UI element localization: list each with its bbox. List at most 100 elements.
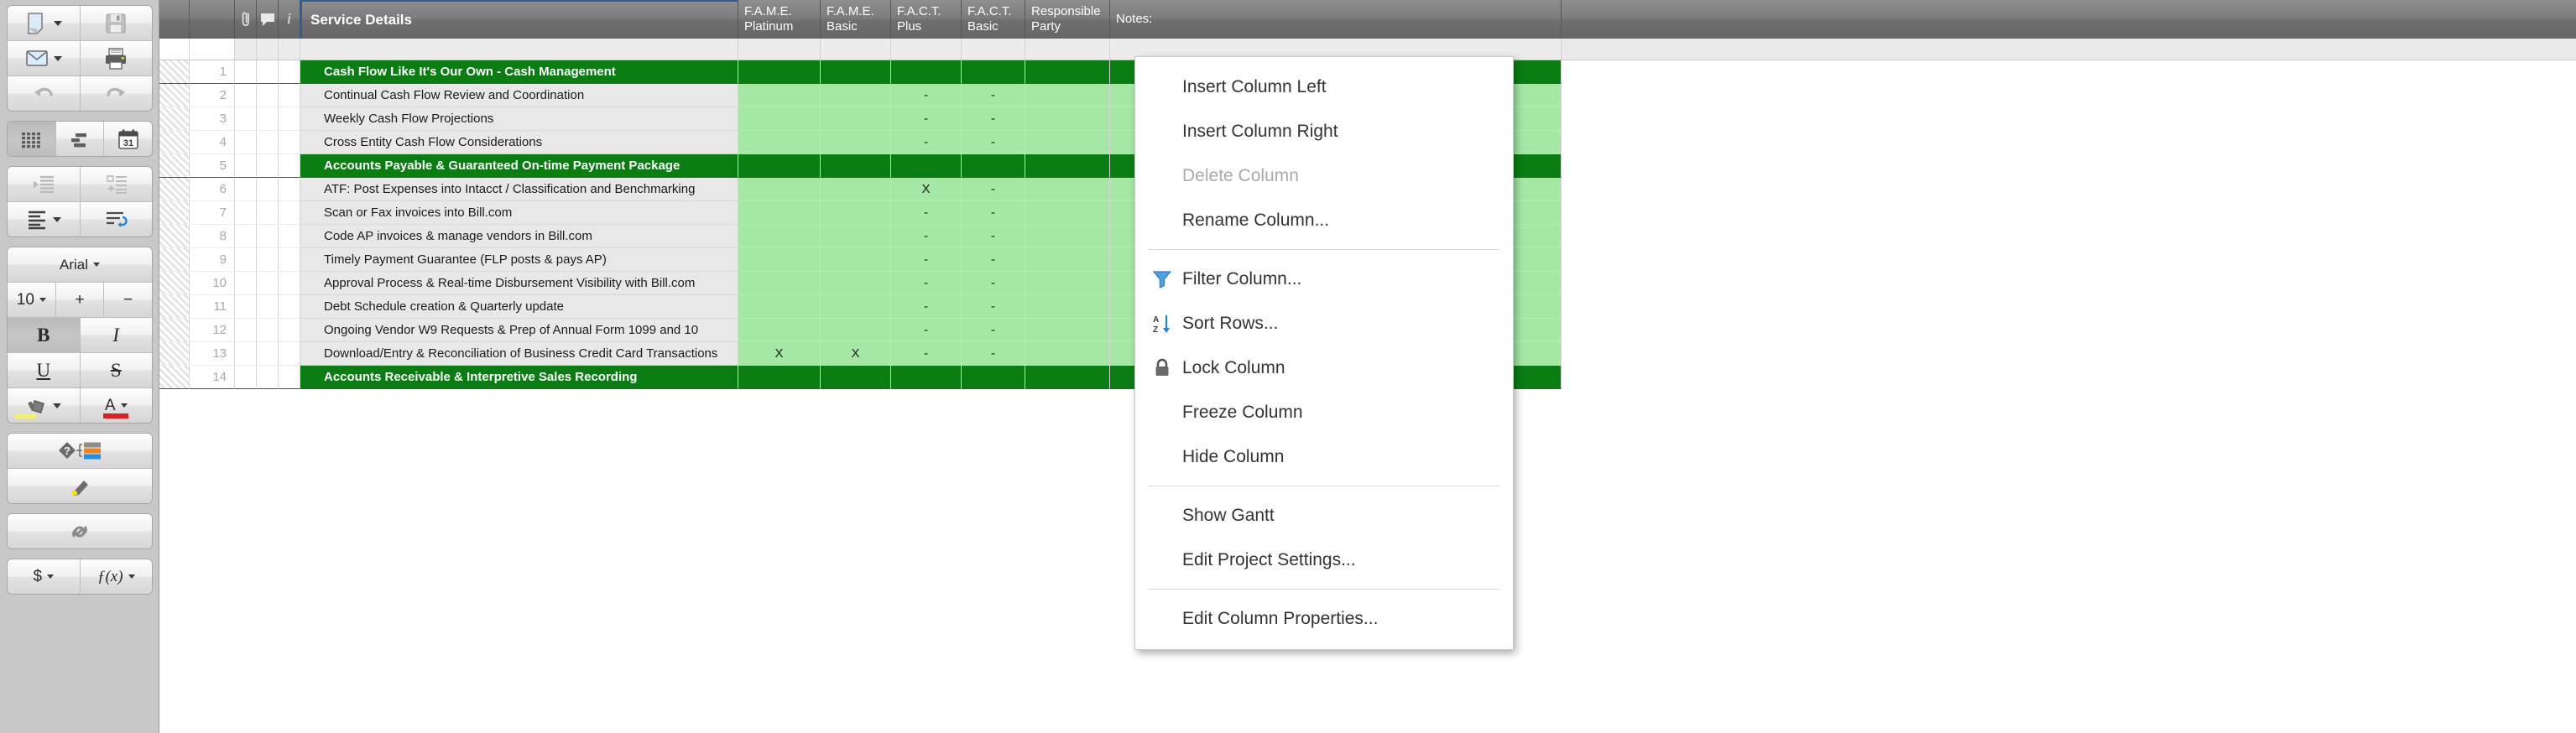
cell-fact_plus[interactable]: - xyxy=(891,342,962,366)
cell-attachment[interactable] xyxy=(235,319,257,342)
column-header-attachment[interactable] xyxy=(235,0,257,39)
cell-responsible_party[interactable] xyxy=(1025,201,1110,225)
cell-comment[interactable] xyxy=(257,272,279,295)
cell-info[interactable] xyxy=(279,60,300,84)
cell-fame_basic[interactable] xyxy=(821,84,891,107)
decrease-font-icon[interactable]: − xyxy=(103,283,152,317)
cell-service_details[interactable]: Approval Process & Real-time Disbursemen… xyxy=(300,272,738,295)
cell-gutter[interactable] xyxy=(159,342,190,366)
filter-cell-comment[interactable] xyxy=(257,39,279,60)
grid-view-icon[interactable] xyxy=(8,122,55,156)
fill-color-icon[interactable] xyxy=(8,388,80,423)
cell-comment[interactable] xyxy=(257,248,279,272)
filter-cell-responsible_party[interactable] xyxy=(1025,39,1110,60)
cell-info[interactable] xyxy=(279,84,300,107)
hyperlink-icon[interactable] xyxy=(8,514,152,548)
menu-item-sort-rows[interactable]: A Z Sort Rows... xyxy=(1135,301,1513,346)
cell-fact_basic[interactable]: - xyxy=(962,319,1025,342)
cell-rownum[interactable]: 4 xyxy=(190,131,235,154)
filter-cell-info[interactable] xyxy=(279,39,300,60)
column-header-fact_basic[interactable]: F.A.C.T. Basic xyxy=(962,0,1025,39)
cell-fame_basic[interactable] xyxy=(821,248,891,272)
new-sheet-icon[interactable] xyxy=(8,6,80,40)
cell-attachment[interactable] xyxy=(235,248,257,272)
cell-fact_plus[interactable]: - xyxy=(891,201,962,225)
cell-fact_basic[interactable]: - xyxy=(962,178,1025,201)
cell-info[interactable] xyxy=(279,107,300,131)
cell-service_details[interactable]: Cash Flow Like It's Our Own - Cash Manag… xyxy=(300,60,738,84)
cell-responsible_party[interactable] xyxy=(1025,272,1110,295)
cell-info[interactable] xyxy=(279,178,300,201)
cell-service_details[interactable]: Download/Entry & Reconciliation of Busin… xyxy=(300,342,738,366)
save-icon[interactable] xyxy=(79,6,152,40)
column-header-responsible_party[interactable]: Responsible Party xyxy=(1025,0,1110,39)
menu-item-edit-column-properties[interactable]: Edit Column Properties... xyxy=(1135,596,1513,641)
undo-icon[interactable] xyxy=(8,76,80,111)
cell-service_details[interactable]: Weekly Cash Flow Projections xyxy=(300,107,738,131)
cell-info[interactable] xyxy=(279,272,300,295)
currency-icon[interactable]: $ xyxy=(8,559,80,594)
filter-cell-attachment[interactable] xyxy=(235,39,257,60)
menu-item-hide-column[interactable]: Hide Column xyxy=(1135,434,1513,479)
cell-responsible_party[interactable] xyxy=(1025,342,1110,366)
cell-fact_plus[interactable] xyxy=(891,60,962,84)
text-color-icon[interactable]: A xyxy=(79,388,152,423)
cell-rownum[interactable]: 11 xyxy=(190,295,235,319)
menu-item-insert-column-right[interactable]: Insert Column Right xyxy=(1135,109,1513,153)
cell-fact_plus[interactable]: - xyxy=(891,295,962,319)
cell-fame_basic[interactable]: X xyxy=(821,342,891,366)
cell-fact_basic[interactable] xyxy=(962,366,1025,389)
cell-responsible_party[interactable] xyxy=(1025,319,1110,342)
cell-fame_basic[interactable] xyxy=(821,272,891,295)
cell-comment[interactable] xyxy=(257,201,279,225)
cell-responsible_party[interactable] xyxy=(1025,107,1110,131)
cell-fame_platinum[interactable] xyxy=(738,295,821,319)
underline-icon[interactable]: U xyxy=(8,353,80,387)
cell-fame_basic[interactable] xyxy=(821,201,891,225)
cell-fame_platinum[interactable] xyxy=(738,131,821,154)
cell-attachment[interactable] xyxy=(235,201,257,225)
cell-attachment[interactable] xyxy=(235,154,257,178)
cell-fame_platinum[interactable] xyxy=(738,272,821,295)
cell-fame_basic[interactable] xyxy=(821,107,891,131)
cell-attachment[interactable] xyxy=(235,107,257,131)
cell-gutter[interactable] xyxy=(159,107,190,131)
cell-comment[interactable] xyxy=(257,131,279,154)
cell-fact_plus[interactable]: - xyxy=(891,84,962,107)
cell-fact_plus[interactable] xyxy=(891,154,962,178)
cell-gutter[interactable] xyxy=(159,225,190,248)
cell-comment[interactable] xyxy=(257,342,279,366)
font-family-select[interactable]: Arial xyxy=(8,247,152,282)
cell-rownum[interactable]: 5 xyxy=(190,154,235,178)
conditional-formatting-icon[interactable]: ? xyxy=(8,434,152,468)
indent-icon[interactable] xyxy=(79,167,152,201)
cell-responsible_party[interactable] xyxy=(1025,225,1110,248)
cell-fame_basic[interactable] xyxy=(821,295,891,319)
cell-fact_plus[interactable]: - xyxy=(891,107,962,131)
cell-comment[interactable] xyxy=(257,178,279,201)
cell-fame_basic[interactable] xyxy=(821,225,891,248)
cell-fame_basic[interactable] xyxy=(821,319,891,342)
print-icon[interactable] xyxy=(79,41,152,75)
cell-rownum[interactable]: 12 xyxy=(190,319,235,342)
gantt-view-icon[interactable] xyxy=(55,122,104,156)
highlight-changes-icon[interactable] xyxy=(8,469,152,503)
cell-rownum[interactable]: 8 xyxy=(190,225,235,248)
menu-item-edit-project-settings[interactable]: Edit Project Settings... xyxy=(1135,538,1513,582)
cell-rownum[interactable]: 1 xyxy=(190,60,235,84)
menu-item-delete-column[interactable]: Delete Column xyxy=(1135,153,1513,198)
italic-icon[interactable]: I xyxy=(79,318,152,352)
column-header-notes[interactable]: Notes: xyxy=(1110,0,1562,39)
cell-comment[interactable] xyxy=(257,60,279,84)
cell-attachment[interactable] xyxy=(235,84,257,107)
cell-responsible_party[interactable] xyxy=(1025,154,1110,178)
cell-service_details[interactable]: Cross Entity Cash Flow Considerations xyxy=(300,131,738,154)
cell-service_details[interactable]: Continual Cash Flow Review and Coordinat… xyxy=(300,84,738,107)
cell-comment[interactable] xyxy=(257,225,279,248)
cell-fame_platinum[interactable] xyxy=(738,225,821,248)
function-icon[interactable]: ƒ(x) xyxy=(79,559,152,594)
menu-item-freeze-column[interactable]: Freeze Column xyxy=(1135,390,1513,434)
filter-cell-fact_basic[interactable] xyxy=(962,39,1025,60)
cell-responsible_party[interactable] xyxy=(1025,366,1110,389)
column-header-fact_plus[interactable]: F.A.C.T. Plus xyxy=(891,0,962,39)
